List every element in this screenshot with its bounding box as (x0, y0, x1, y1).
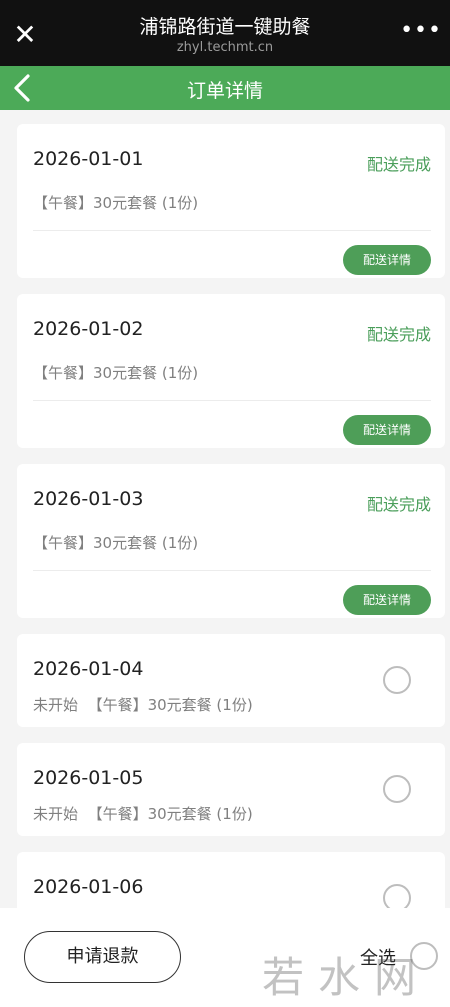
order-card[interactable]: 2026-01-05 未开始 【午餐】30元套餐 (1份) (17, 743, 445, 836)
app-title: 浦锦路街道一键助餐 (139, 16, 311, 38)
order-meal: 【午餐】30元套餐 (1份) (33, 194, 199, 212)
order-date: 2026-01-04 (33, 658, 144, 680)
order-card: 2026-01-02 配送完成 【午餐】30元套餐 (1份) 配送详情 (17, 294, 445, 448)
order-date: 2026-01-06 (33, 876, 144, 898)
divider (33, 570, 431, 571)
select-radio[interactable] (383, 775, 411, 803)
divider (33, 230, 431, 231)
page-url: zhyl.techmt.cn (176, 40, 274, 55)
order-meal: 【午餐】30元套餐 (1份) (33, 364, 199, 382)
select-all-radio[interactable] (410, 942, 438, 970)
order-meal-line: 未开始 【午餐】30元套餐 (1份) (33, 803, 253, 824)
order-card: 2026-01-01 配送完成 【午餐】30元套餐 (1份) 配送详情 (17, 124, 445, 278)
order-status: 配送完成 (366, 495, 431, 514)
order-status: 配送完成 (366, 155, 431, 174)
page-title: 订单详情 (186, 80, 263, 102)
order-date: 2026-01-05 (33, 767, 144, 789)
order-date: 2026-01-01 (33, 148, 144, 170)
order-card: 2026-01-03 配送完成 【午餐】30元套餐 (1份) 配送详情 (17, 464, 445, 618)
order-date: 2026-01-02 (33, 318, 144, 340)
divider (33, 400, 431, 401)
delivery-detail-button[interactable]: 配送详情 (343, 415, 431, 445)
order-meal: 【午餐】30元套餐 (1份) (33, 534, 199, 552)
delivery-detail-button[interactable]: 配送详情 (343, 245, 431, 275)
order-status: 配送完成 (366, 325, 431, 344)
order-status: 未开始 (33, 805, 79, 823)
order-meal-line: 未开始 【午餐】30元套餐 (1份) (33, 694, 253, 715)
order-meal: 【午餐】30元套餐 (1份) (87, 696, 253, 714)
order-status: 未开始 (33, 696, 79, 714)
delivery-detail-button[interactable]: 配送详情 (343, 585, 431, 615)
order-list: 2026-01-01 配送完成 【午餐】30元套餐 (1份) 配送详情 2026… (17, 124, 445, 961)
wechat-title-bar: ✕ 浦锦路街道一键助餐 zhyl.techmt.cn ••• (0, 0, 450, 66)
order-date: 2026-01-03 (33, 488, 144, 510)
select-all-label[interactable]: 全选 (360, 944, 396, 970)
order-meal: 【午餐】30元套餐 (1份) (87, 805, 253, 823)
apply-refund-button[interactable]: 申请退款 (24, 931, 181, 983)
order-card[interactable]: 2026-01-04 未开始 【午餐】30元套餐 (1份) (17, 634, 445, 727)
bottom-action-bar: 申请退款 全选 (0, 908, 450, 1007)
select-radio[interactable] (383, 666, 411, 694)
nav-bar: 订单详情 (0, 66, 450, 110)
more-icon[interactable]: ••• (400, 18, 442, 43)
